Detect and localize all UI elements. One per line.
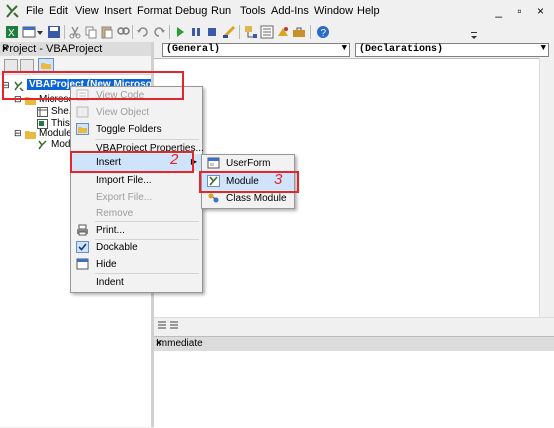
menu-item-print[interactable]: Print...	[71, 222, 202, 239]
menu-item-label: Export File...	[96, 192, 153, 203]
find-icon[interactable]	[116, 25, 130, 39]
menu-insert[interactable]: Insert	[104, 5, 132, 17]
toolbar-separator	[239, 25, 240, 39]
dropdown-arrow-icon[interactable]	[36, 25, 44, 39]
folder-icon	[25, 131, 36, 139]
class-module-icon	[208, 193, 219, 203]
project-explorer-icon[interactable]	[244, 25, 258, 39]
redo-icon[interactable]	[152, 25, 166, 39]
checkmark-icon	[76, 241, 89, 253]
project-explorer-titlebar: Project - VBAProject ×	[0, 42, 151, 56]
code-horizontal-scrollbar[interactable]	[154, 317, 554, 332]
cut-icon[interactable]	[68, 25, 82, 39]
chevron-down-icon[interactable]: ▼	[342, 43, 347, 53]
menu-item-label: Dockable	[96, 242, 138, 253]
svg-text:X: X	[8, 28, 15, 39]
menu-add-ins[interactable]: Add-Ins	[271, 5, 309, 17]
menu-item-export-file[interactable]: Export File...	[71, 189, 202, 206]
toolbar-separator	[310, 25, 311, 39]
worksheet-icon	[37, 107, 48, 117]
standard-toolbar: X ?	[0, 22, 554, 43]
paste-icon[interactable]	[100, 25, 114, 39]
menu-edit[interactable]: Edit	[49, 5, 68, 17]
code-vertical-scrollbar[interactable]	[539, 58, 554, 318]
toolbar-separator	[132, 25, 133, 39]
reset-icon[interactable]	[205, 25, 219, 39]
menu-view[interactable]: View	[75, 5, 99, 17]
run-icon[interactable]	[173, 25, 187, 39]
insert-userform-icon[interactable]	[22, 25, 36, 39]
menu-item-toggle-folders[interactable]: Toggle Folders	[71, 121, 202, 138]
excel-view-icon[interactable]: X	[5, 25, 19, 39]
menu-item-label: View Object	[96, 107, 150, 118]
toolbar-options-icon[interactable]	[470, 30, 478, 40]
help-icon[interactable]: ?	[316, 25, 330, 39]
toggle-folders-icon[interactable]	[38, 58, 54, 72]
object-combo-value: (General)	[166, 44, 221, 55]
menu-item-label: Print...	[96, 225, 125, 236]
print-icon	[77, 224, 88, 236]
folder-icon	[76, 123, 89, 135]
menu-item-dockable[interactable]: Dockable	[71, 239, 202, 256]
undo-icon[interactable]	[136, 25, 150, 39]
annotation-box-module	[199, 171, 299, 193]
break-icon[interactable]	[189, 25, 203, 39]
menu-help[interactable]: Help	[357, 5, 380, 17]
close-icon[interactable]: ×	[156, 338, 552, 349]
menu-run[interactable]: Run	[211, 5, 231, 17]
immediate-window[interactable]: Immediate ×	[154, 336, 554, 428]
menu-item-view-object[interactable]: View Object	[71, 104, 202, 121]
submenu-item-label: UserForm	[226, 158, 271, 169]
window-controls[interactable]: _ ▫ ×	[495, 4, 550, 18]
menu-item-label: Indent	[96, 277, 124, 288]
save-icon[interactable]	[47, 25, 61, 39]
submenu-item-label: Class Module	[226, 193, 287, 204]
annotation-step-2: 2	[170, 151, 179, 168]
code-window-header: (General) ▼ (Declarations) ▼	[154, 42, 554, 59]
menu-file[interactable]: File	[26, 5, 44, 17]
submenu-item-userform[interactable]: UserForm	[202, 155, 294, 172]
procedure-combo-value: (Declarations)	[359, 44, 444, 55]
menu-item-indent[interactable]: Indent	[71, 274, 202, 291]
tree-node-label[interactable]: Module	[39, 128, 72, 139]
view-object-icon	[76, 106, 89, 118]
module-icon	[38, 140, 47, 150]
menu-item-label: Import File...	[96, 175, 152, 186]
design-mode-icon[interactable]	[222, 25, 236, 39]
menu-item-remove[interactable]: Remove	[71, 205, 202, 222]
chevron-down-icon[interactable]: ▼	[541, 43, 546, 53]
toolbar-separator	[64, 25, 65, 39]
menu-debug[interactable]: Debug	[175, 5, 207, 17]
object-combo[interactable]: (General) ▼	[162, 43, 350, 57]
immediate-titlebar: Immediate ×	[154, 337, 554, 351]
close-icon[interactable]: ×	[2, 43, 148, 55]
menu-item-import-file[interactable]: Import File...	[71, 172, 202, 189]
menu-bar: File Edit View Insert Format Debug Run T…	[0, 0, 554, 22]
userform-icon	[207, 157, 220, 169]
toolbar-separator	[169, 25, 170, 39]
copy-icon[interactable]	[84, 25, 98, 39]
project-context-menu: View Code View Object Toggle Folders VBA…	[70, 86, 204, 293]
collapse-icon[interactable]: ⊟	[14, 128, 22, 139]
svg-text:?: ?	[321, 28, 327, 39]
hide-window-icon	[76, 258, 89, 270]
menu-item-label: Remove	[96, 208, 134, 219]
menu-item-hide[interactable]: Hide	[71, 256, 202, 273]
menu-tools[interactable]: Tools	[240, 5, 266, 17]
view-mode-icon[interactable]	[157, 320, 179, 330]
menu-item-label: Hide	[96, 259, 117, 270]
menu-format[interactable]: Format	[137, 5, 172, 17]
procedure-combo[interactable]: (Declarations) ▼	[355, 43, 549, 57]
toolbox-icon[interactable]	[292, 25, 306, 39]
object-browser-icon[interactable]	[276, 25, 290, 39]
annotation-box-project	[2, 71, 184, 100]
properties-window-icon[interactable]	[260, 25, 274, 39]
menu-item-label: Toggle Folders	[96, 124, 162, 135]
menu-window[interactable]: Window	[314, 5, 353, 17]
annotation-step-3: 3	[274, 171, 283, 188]
vba-app-icon	[6, 4, 19, 18]
